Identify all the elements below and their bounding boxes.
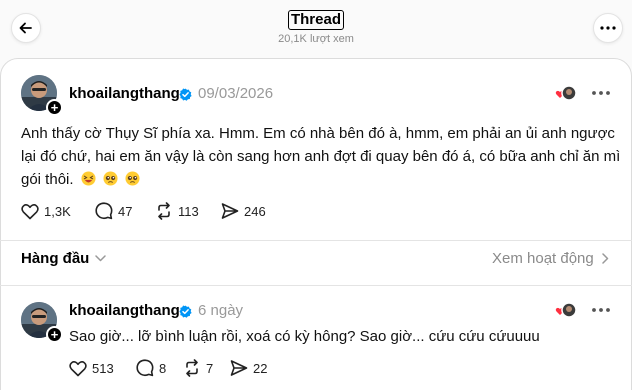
pleading-face-emoji-icon [103, 171, 118, 186]
comment-count: 47 [118, 203, 133, 219]
grinning-squint-emoji-icon [81, 171, 96, 186]
post-more-icon[interactable] [591, 90, 611, 96]
activity-label: Xem hoạt động [492, 250, 594, 267]
heart-icon [69, 360, 87, 376]
verified-badge-icon [179, 305, 192, 318]
divider [0, 240, 632, 241]
view-count: 20,1K lượt xem [278, 33, 354, 45]
share-count: 22 [253, 360, 268, 376]
like-count: 1,3K [44, 203, 71, 219]
share-send-icon [230, 360, 248, 376]
like-count: 513 [92, 360, 114, 376]
share-send-icon [221, 203, 239, 219]
comment-button[interactable]: 47 [95, 202, 155, 220]
follow-plus-icon[interactable]: + [46, 99, 63, 116]
repost-count: 113 [178, 203, 199, 219]
post-body: Anh thấy cờ Thụy Sĩ phía xa. Hmm. Em có … [21, 122, 621, 191]
repost-count: 7 [206, 360, 214, 376]
reply-time: 6 ngày [198, 302, 244, 319]
sort-dropdown[interactable]: Hàng đầu [21, 250, 107, 267]
repost-button[interactable]: 7 [183, 359, 230, 377]
page-title: Thread [287, 10, 344, 30]
avatar[interactable]: + [21, 75, 63, 116]
comment-icon [136, 359, 154, 377]
reply-avatar[interactable]: + [21, 302, 63, 343]
repost-button[interactable]: 113 [155, 202, 221, 220]
chevron-right-icon [602, 253, 608, 264]
divider [0, 285, 632, 286]
reaction-avatars-icon[interactable] [555, 85, 577, 101]
share-button[interactable]: 246 [221, 202, 281, 220]
like-button[interactable]: 1,3K [21, 203, 95, 220]
like-button[interactable]: 513 [69, 360, 136, 377]
share-count: 246 [244, 203, 266, 219]
chevron-down-icon [95, 255, 107, 262]
more-dots-icon [600, 26, 616, 30]
post-date: 09/03/2026 [198, 85, 274, 102]
view-activity-link[interactable]: Xem hoạt động [492, 250, 609, 267]
reply-text: Sao giờ... lỡ bình luận rồi, xoá có kỳ h… [69, 328, 540, 345]
share-button[interactable]: 22 [230, 359, 290, 377]
heart-icon [21, 203, 39, 219]
comment-button[interactable]: 8 [136, 359, 183, 377]
follow-plus-icon[interactable]: + [46, 326, 63, 343]
post-username[interactable]: khoailangthang [69, 85, 180, 102]
top-bar: Thread 20,1K lượt xem [0, 0, 632, 58]
more-options-button[interactable] [593, 13, 623, 43]
post-actions: 1,3K 47 113 246 [21, 202, 281, 220]
comment-count: 8 [159, 360, 167, 376]
reply-more-icon[interactable] [591, 307, 611, 313]
repost-icon [158, 202, 170, 220]
comment-icon [95, 202, 113, 220]
repost-icon [186, 359, 198, 377]
verified-badge-icon [179, 88, 192, 101]
sort-label: Hàng đầu [21, 250, 90, 267]
reply-username[interactable]: khoailangthang [69, 302, 180, 319]
reply-actions: 513 8 7 22 [69, 359, 290, 377]
pleading-face-emoji-icon [125, 171, 140, 186]
reaction-avatars-icon[interactable] [555, 302, 577, 318]
